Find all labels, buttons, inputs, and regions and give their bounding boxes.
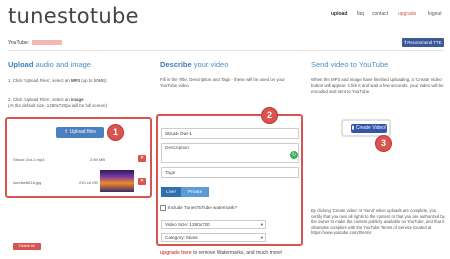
video-size-select[interactable]: Video Size: 1280x720 ▾ (161, 220, 266, 229)
category-select[interactable]: Category: Music ▾ (161, 233, 266, 242)
nav-contact[interactable]: contact (372, 11, 388, 17)
upload-icon: ⇧ (64, 129, 69, 135)
file-size: 2.69 MB (90, 157, 105, 162)
privacy-live-button[interactable]: Live! (161, 187, 181, 197)
video-icon: ▮ (351, 125, 355, 131)
step1-text: 1. Click 'Upload Files', select an MP3 (… (8, 78, 107, 83)
nav-faq[interactable]: faq (357, 11, 364, 17)
recommend-button[interactable]: f Recommend TTE (402, 38, 444, 47)
file-name: sunrise6616.jpg (13, 180, 42, 185)
step-badge-1: 1 (107, 124, 124, 141)
image-thumbnail (100, 170, 134, 192)
watermark-checkbox[interactable] (160, 205, 166, 211)
upgrade-note: upgrade here to remove Watermarks, and m… (160, 250, 283, 256)
refresh-icon[interactable]: ↻ (290, 151, 298, 159)
step2-text: 2. Click 'Upload Files', select an image… (8, 97, 107, 108)
delete-file-button[interactable]: ✕ (138, 178, 146, 185)
upload-heading: Upload audio and image (8, 60, 91, 69)
site-logo[interactable]: tunestotube (8, 4, 139, 28)
recommend-label: Recommend TTE (407, 40, 442, 45)
file-name: Struck Out-1.mp3 (13, 157, 45, 162)
send-instructions: When the MP3 and image have finished upl… (311, 77, 444, 94)
upgrade-link[interactable]: upgrade here (160, 250, 192, 256)
step-badge-2: 2 (261, 107, 278, 124)
delete-all-button[interactable]: Delete All (13, 243, 41, 250)
describe-heading: Describe your video (160, 60, 229, 69)
nav-logout[interactable]: logout (428, 11, 442, 17)
youtube-account-label: YouTube: (8, 40, 30, 46)
nav-upload[interactable]: upload (331, 11, 347, 17)
chevron-down-icon: ▾ (260, 235, 263, 240)
file-size: 210.16 KB (79, 180, 98, 185)
step-badge-3: 3 (375, 135, 392, 152)
watermark-option[interactable]: Include TunesToTube watermark? (160, 205, 237, 211)
trash-icon: ✕ (139, 155, 145, 161)
description-textarea[interactable]: Description (161, 143, 299, 163)
chevron-down-icon: ▾ (260, 222, 263, 227)
description-placeholder: Description (165, 146, 189, 151)
delete-file-button[interactable]: ✕ (138, 155, 146, 162)
youtube-account-name: Walter Hugg (32, 40, 63, 46)
facebook-icon: f (404, 40, 406, 45)
privacy-private-button[interactable]: Private (181, 187, 209, 197)
describe-instructions: Fill in the Title, Description and Tags … (160, 77, 285, 88)
header-divider (8, 50, 444, 51)
trash-icon: ✕ (139, 178, 145, 184)
upload-files-button[interactable]: ⇧ Upload files (56, 127, 104, 138)
youtube-account: YouTube: Walter Hugg (8, 40, 63, 46)
nav-upgrade[interactable]: upgrade (398, 11, 416, 17)
create-video-button[interactable]: ▮ Create Video! (351, 124, 387, 133)
title-input[interactable]: Struck Out-1 (161, 128, 299, 139)
send-heading: Send video to YouTube (311, 60, 389, 69)
tags-input[interactable]: Tags (161, 167, 299, 178)
terms-text: By clicking 'Create video' or 'Send' whe… (311, 208, 445, 236)
